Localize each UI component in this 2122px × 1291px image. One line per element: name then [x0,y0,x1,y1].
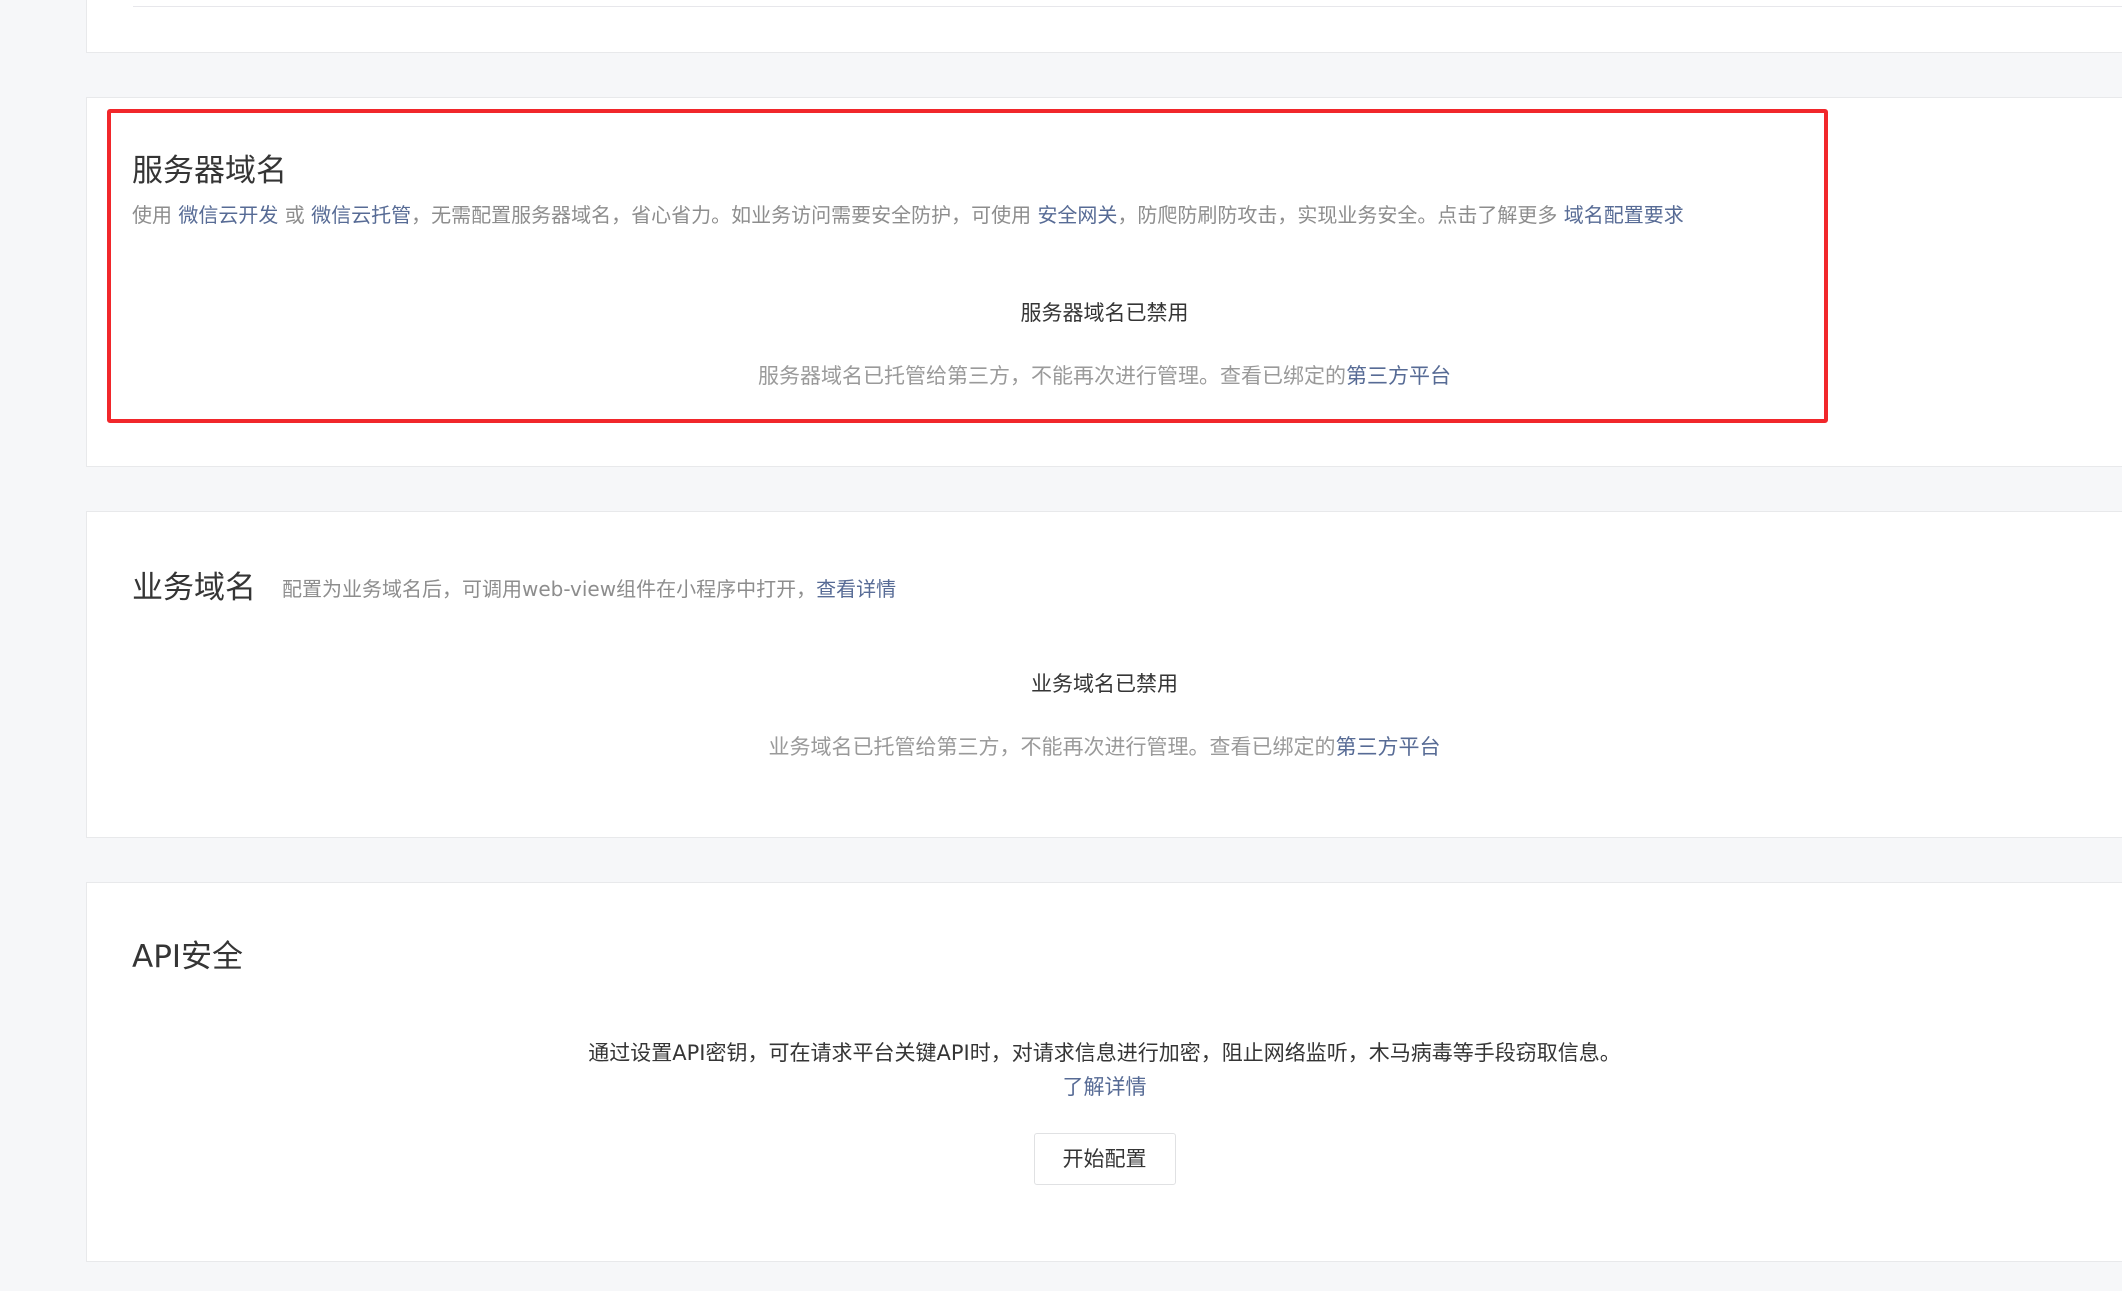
learn-more-link[interactable]: 了解详情 [1063,1075,1147,1099]
server-domain-description: 使用 微信云开发 或 微信云托管，无需配置服务器域名，省心省力。如业务访问需要安… [132,199,1684,228]
top-card [86,0,2122,53]
api-security-card: API安全 通过设置API密钥，可在请求平台关键API时，对请求信息进行加密，阻… [86,882,2122,1262]
security-gateway-link[interactable]: 安全网关 [1037,203,1117,227]
desc-or: 或 [284,203,305,227]
server-domain-status-desc: 服务器域名已托管给第三方，不能再次进行管理。查看已绑定的第三方平台 [87,360,2122,390]
business-domain-title: 业务域名 [132,570,256,606]
api-security-title: API安全 [132,939,244,975]
desc-prefix: 使用 [132,203,172,227]
api-security-description: 通过设置API密钥，可在请求平台关键API时，对请求信息进行加密，阻止网络监听，… [588,1041,1621,1065]
cloud-dev-link[interactable]: 微信云开发 [178,203,278,227]
start-config-button[interactable]: 开始配置 [1033,1133,1176,1185]
server-domain-title: 服务器域名 [132,153,287,189]
server-domain-card: 服务器域名 使用 微信云开发 或 微信云托管，无需配置服务器域名，省心省力。如业… [86,97,2122,467]
business-domain-card: 业务域名 配置为业务域名后，可调用web-view组件在小程序中打开，查看详情 … [86,511,2122,838]
business-third-party-link[interactable]: 第三方平台 [1336,735,1441,759]
business-domain-description: 配置为业务域名后，可调用web-view组件在小程序中打开，查看详情 [282,573,896,602]
desc-middle: ，无需配置服务器域名，省心省力。如业务访问需要安全防护，可使用 [411,203,1032,227]
api-button-row: 开始配置 [87,1133,2122,1185]
divider [133,6,2122,7]
business-domain-status-title: 业务域名已禁用 [1031,672,1178,696]
cloud-host-link[interactable]: 微信云托管 [311,203,411,227]
server-domain-status-title: 服务器域名已禁用 [1020,301,1189,325]
desc-after-gateway: ，防爬防刷防攻击，实现业务安全。点击了解更多 [1117,203,1558,227]
business-desc-text: 配置为业务域名后，可调用web-view组件在小程序中打开， [282,577,817,601]
business-domain-status-desc: 业务域名已托管给第三方，不能再次进行管理。查看已绑定的第三方平台 [87,731,2122,761]
view-details-link[interactable]: 查看详情 [816,577,896,601]
api-learn-more-row: 了解详情 [87,1071,2122,1101]
status-desc-text: 服务器域名已托管给第三方，不能再次进行管理。查看已绑定的 [758,364,1346,388]
business-status-desc-text: 业务域名已托管给第三方，不能再次进行管理。查看已绑定的 [768,735,1336,759]
third-party-platform-link[interactable]: 第三方平台 [1346,364,1451,388]
domain-requirements-link[interactable]: 域名配置要求 [1564,203,1684,227]
